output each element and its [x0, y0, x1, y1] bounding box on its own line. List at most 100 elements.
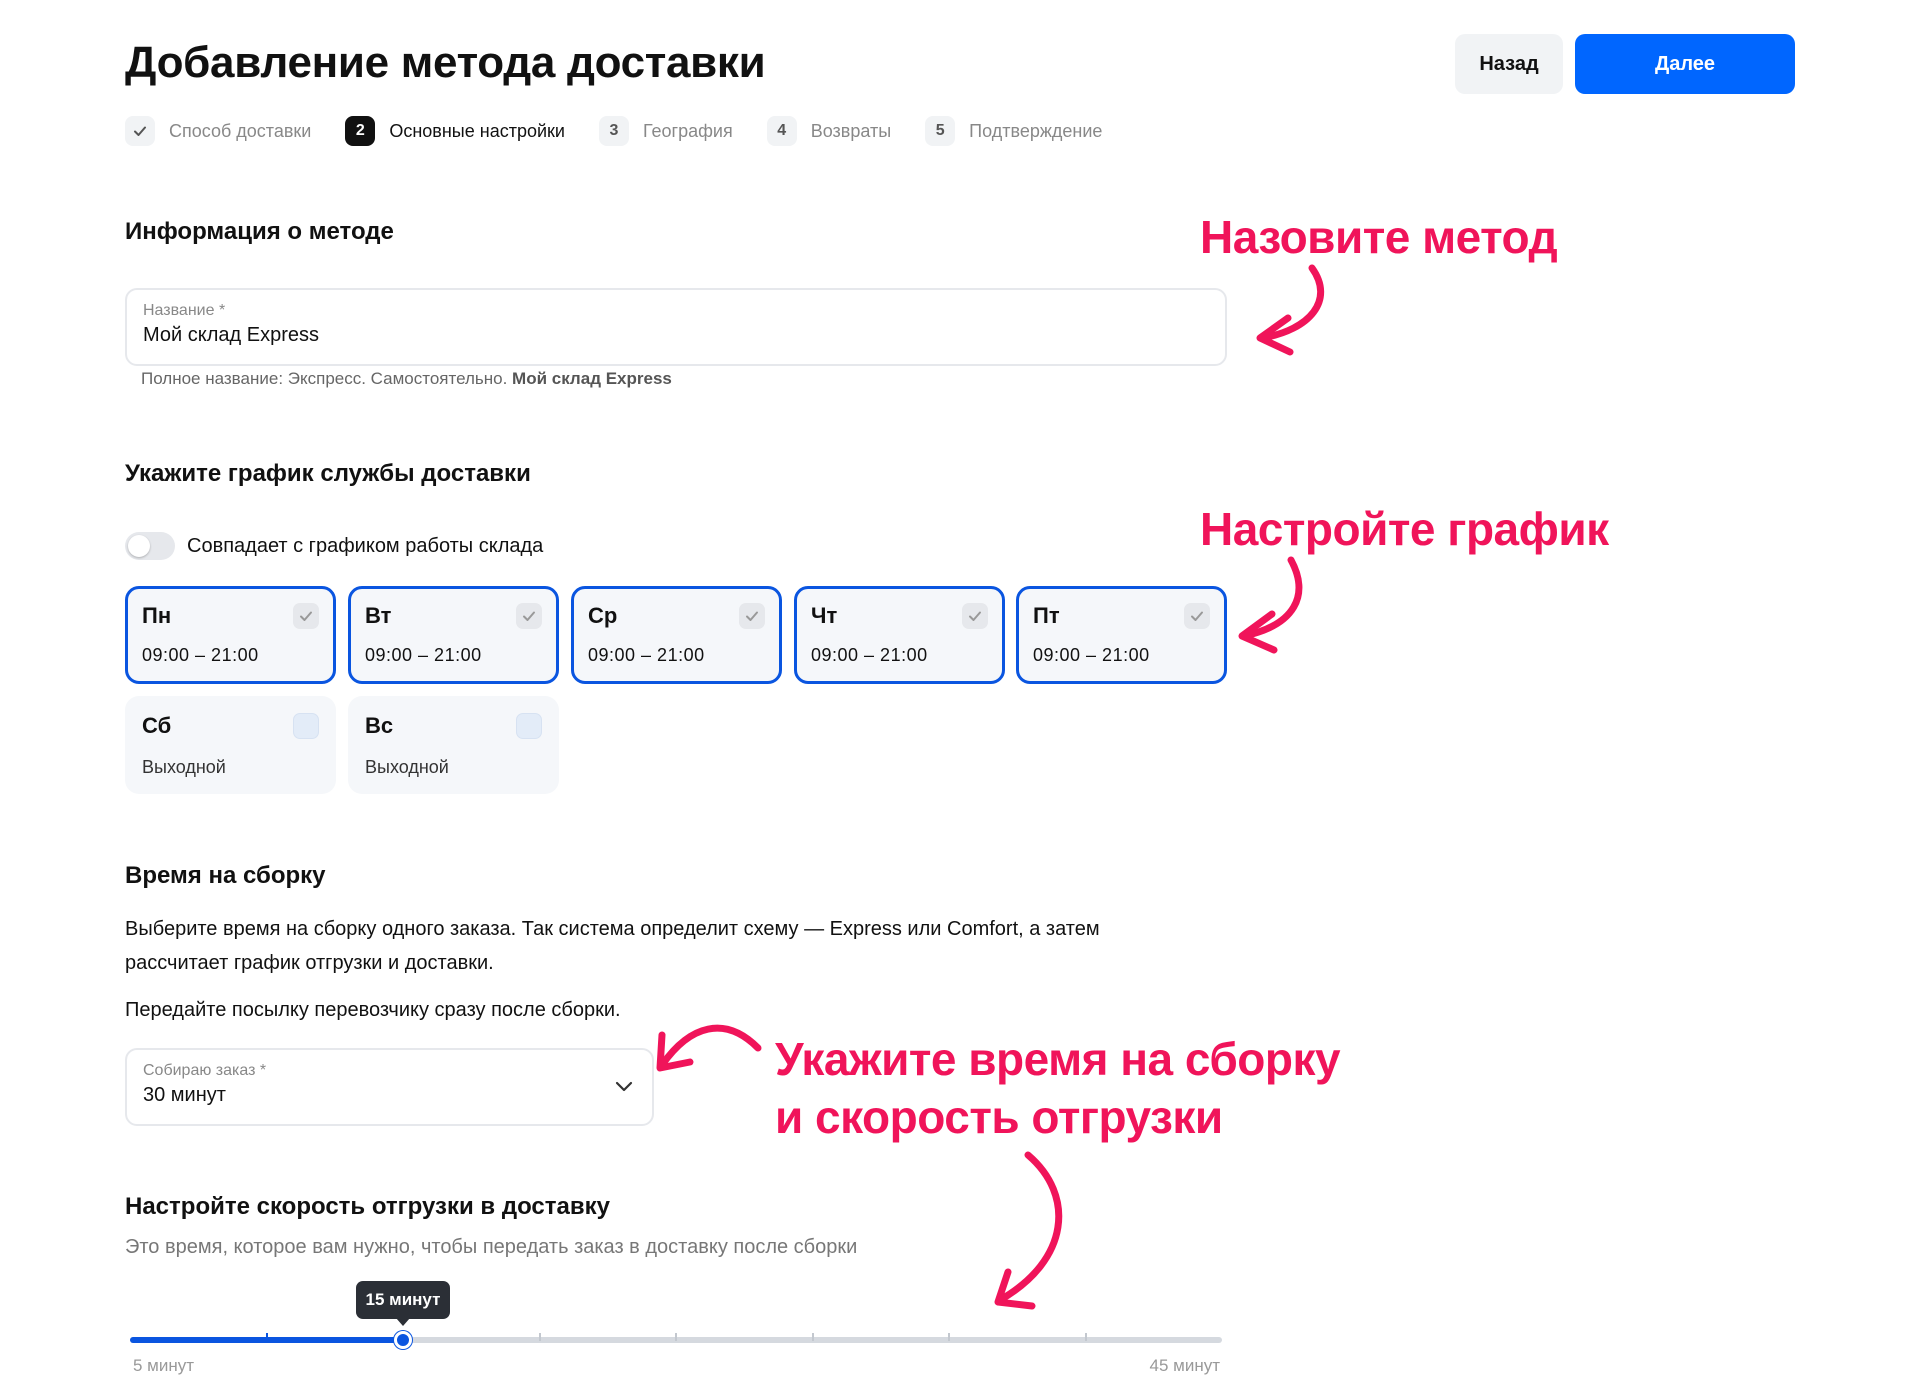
toggle-knob: [128, 535, 150, 557]
back-button[interactable]: Назад: [1455, 34, 1563, 94]
shipping-speed-subtitle: Это время, которое вам нужно, чтобы пере…: [125, 1236, 858, 1258]
arrowhead: [656, 1031, 694, 1072]
day-time: 09:00 – 21:00: [1033, 645, 1150, 665]
annotation-set-schedule: Настройте график: [1200, 503, 1609, 555]
annotation-line: и скорость отгрузки: [775, 1091, 1223, 1143]
day-time: 09:00 – 21:00: [365, 645, 482, 665]
assembly-time-select[interactable]: Собираю заказ * 30 минут: [125, 1048, 654, 1126]
step-returns[interactable]: 4 Возвраты: [766, 116, 892, 146]
day-checkbox[interactable]: [516, 603, 542, 629]
day-name: Пт: [1033, 603, 1060, 628]
day-name: Пн: [142, 603, 172, 628]
field-label: Название *: [143, 302, 226, 319]
step-badge: 2: [345, 116, 376, 146]
annotation-time-and-speed: Укажите время на сборку и скорость отгру…: [775, 1030, 1341, 1146]
arrowhead: [994, 1268, 1036, 1310]
day-card-tue[interactable]: Вт 09:00 – 21:00: [348, 586, 559, 684]
step-done-badge: [125, 116, 155, 146]
day-time: 09:00 – 21:00: [142, 645, 259, 665]
arrowhead: [1256, 314, 1294, 356]
method-name-field[interactable]: Название * Мой склад Express: [125, 288, 1227, 366]
step-label: Основные настройки: [389, 120, 565, 141]
slider-tick: [948, 1333, 950, 1341]
chevron-down-icon: [615, 1081, 633, 1092]
slider-tick: [675, 1333, 677, 1341]
arrow-to-assembly-select: [658, 1024, 762, 1069]
day-name: Сб: [142, 713, 172, 738]
day-card-fri[interactable]: Пт 09:00 – 21:00: [1016, 586, 1227, 684]
day-checkbox[interactable]: [1184, 603, 1210, 629]
slider-value-tooltip: 15 минут: [355, 1281, 451, 1326]
arrowhead: [1238, 610, 1278, 654]
schedule-title: Укажите график службы доставки: [125, 460, 531, 487]
assembly-description: Выберите время на сборку одного заказа. …: [125, 912, 1100, 980]
step-badge: 4: [766, 116, 797, 146]
day-name: Вт: [365, 603, 392, 628]
step-badge: 3: [598, 116, 629, 146]
check-icon: [300, 611, 312, 621]
day-time: 09:00 – 21:00: [811, 645, 928, 665]
hint-name: Мой склад Express: [512, 369, 672, 388]
handover-note: Передайте посылку перевозчику сразу посл…: [125, 999, 621, 1021]
annotation-name-method: Назовите метод: [1200, 211, 1558, 263]
check-icon: [523, 611, 535, 621]
day-checkbox[interactable]: [962, 603, 988, 629]
day-checkbox[interactable]: [293, 603, 319, 629]
arrow-to-name-field: [1258, 264, 1325, 342]
arrow-to-schedule: [1240, 556, 1303, 640]
page-title: Добавление метода доставки: [125, 38, 766, 87]
field-label: Собираю заказ *: [143, 1062, 267, 1079]
slider-min-label: 5 минут: [133, 1356, 195, 1375]
assembly-description-line: рассчитает график отгрузки и доставки.: [125, 952, 494, 974]
slider-tick: [265, 1333, 268, 1341]
day-checkbox[interactable]: [739, 603, 765, 629]
day-card-thu[interactable]: Чт 09:00 – 21:00: [794, 586, 1005, 684]
day-name: Вс: [365, 713, 394, 738]
slider-max-label: 45 минут: [1149, 1356, 1221, 1375]
day-time: Выходной: [142, 757, 226, 777]
day-name: Ср: [588, 603, 618, 628]
step-delivery-method[interactable]: Способ доставки: [125, 116, 311, 146]
check-icon: [746, 611, 758, 621]
day-card-sat[interactable]: Сб Выходной: [125, 696, 336, 794]
method-name-input[interactable]: Мой склад Express: [143, 324, 319, 347]
shipping-speed-title: Настройте скорость отгрузки в доставку: [125, 1193, 610, 1220]
slider-tick: [811, 1333, 814, 1341]
day-card-mon[interactable]: Пн 09:00 – 21:00: [125, 586, 336, 684]
check-icon: [134, 126, 146, 136]
step-label: Способ доставки: [169, 120, 312, 141]
day-checkbox[interactable]: [516, 713, 542, 739]
assembly-time-value: 30 минут: [143, 1084, 226, 1106]
annotation-arrows: [656, 264, 1325, 1310]
day-time: Выходной: [365, 757, 449, 777]
step-label: Подтверждение: [969, 120, 1103, 141]
shipping-speed-slider[interactable]: [130, 1331, 1222, 1349]
slider-tick: [1084, 1333, 1087, 1341]
next-button[interactable]: Далее: [1575, 34, 1795, 94]
arrow-to-speed-slider: [996, 1151, 1063, 1304]
step-confirmation[interactable]: 5 Подтверждение: [925, 116, 1102, 146]
toggle-label: Совпадает с графиком работы склада: [187, 534, 544, 557]
step-label: Возвраты: [810, 120, 892, 141]
step-badge: 5: [925, 116, 956, 146]
day-time: 09:00 – 21:00: [588, 645, 705, 665]
check-icon: [969, 611, 981, 621]
day-checkbox[interactable]: [293, 713, 319, 739]
method-info-title: Информация о методе: [125, 218, 394, 245]
slider-thumb[interactable]: [394, 1331, 412, 1349]
header-actions: Назад Далее: [1455, 34, 1795, 94]
warehouse-schedule-toggle-row: Совпадает с графиком работы склада: [125, 532, 543, 560]
check-icon: [1191, 611, 1203, 621]
stepper: Способ доставки 2 Основные настройки 3 Г…: [125, 116, 1136, 146]
step-label: География: [642, 120, 733, 141]
day-card-sun[interactable]: Вс Выходной: [348, 696, 559, 794]
warehouse-schedule-toggle[interactable]: [125, 532, 175, 560]
step-basic-settings[interactable]: 2 Основные настройки: [345, 116, 565, 146]
full-name-hint: Полное название: Экспресс. Самостоятельн…: [141, 369, 672, 389]
slider-tick: [538, 1333, 541, 1341]
day-name: Чт: [811, 603, 838, 628]
assembly-description-line: Выберите время на сборку одного заказа. …: [125, 918, 1100, 940]
day-card-wed[interactable]: Ср 09:00 – 21:00: [571, 586, 782, 684]
step-geography[interactable]: 3 География: [598, 116, 733, 146]
annotation-line: Укажите время на сборку: [775, 1033, 1341, 1085]
